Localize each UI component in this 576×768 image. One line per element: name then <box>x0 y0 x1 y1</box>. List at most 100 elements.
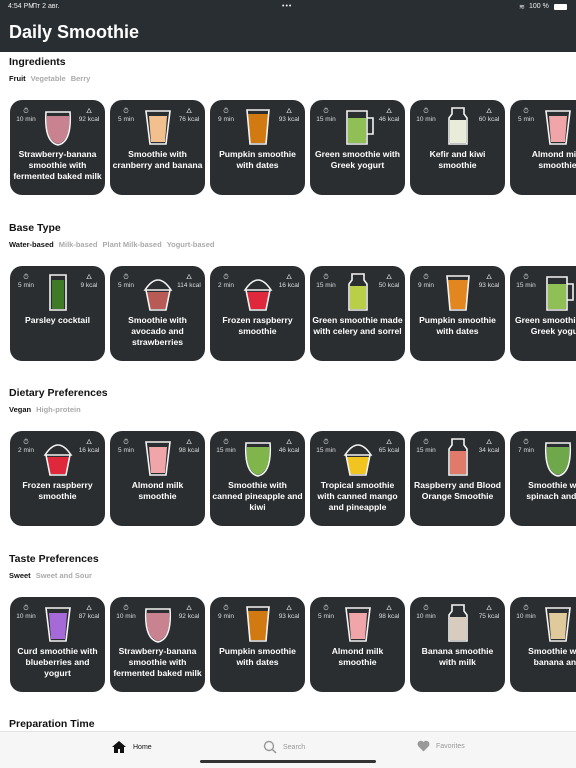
recipe-card[interactable]: ⏱7 min 🜂3 Smoothie with spinach and ba <box>510 431 576 526</box>
nav-header: 4:54 PM Пт 2 авг. ••• ≋ 100 % Daily Smoo… <box>0 0 576 52</box>
filter-tab[interactable]: Sweet <box>9 571 31 580</box>
calories-value: 92 kcal <box>78 116 100 123</box>
tab-favorites[interactable]: Favorites <box>417 740 465 752</box>
recipe-card[interactable]: ⏱ 15 min 🜂 50 kcal Green smoothie made wit… <box>310 266 405 361</box>
recipe-name: Strawberry-banana smoothie with fermente… <box>113 646 202 678</box>
recipe-card[interactable]: ⏱ 2 min 🜂 16 kcal Frozen raspberry smoothi… <box>210 266 305 361</box>
filter-tab[interactable]: Vegan <box>9 405 31 414</box>
recipe-card[interactable]: ⏱ 9 min 🜂 93 kcal Pumpkin smoothie with da… <box>210 100 305 195</box>
smoothie-glass-image <box>343 444 373 476</box>
prep-time-value: 2 min <box>218 282 234 289</box>
recipe-card[interactable]: ⏱10 min 🜂 Smoothie with banana and <box>510 597 576 692</box>
prep-time: ⏱ 15 min <box>311 274 341 289</box>
flame-icon: 🜂 <box>85 274 93 281</box>
filter-tab[interactable]: Vegetable <box>31 74 66 83</box>
status-time: 4:54 PM <box>8 3 35 10</box>
prep-time: ⏱ 15 min <box>311 439 341 454</box>
timer-icon: ⏱ <box>523 605 529 612</box>
flame-icon: 🜂 <box>285 274 293 281</box>
prep-time: ⏱ 2 min <box>11 439 41 454</box>
filter-tab[interactable]: Water-based <box>9 240 54 249</box>
prep-time: ⏱ 10 min <box>11 108 41 123</box>
recipe-name: Tropical smoothie with canned mango and … <box>317 480 398 512</box>
flame-icon: 🜂 <box>185 439 193 446</box>
calories: 🜂 65 kcal <box>374 439 404 454</box>
timer-icon: ⏱ <box>123 108 129 115</box>
calories-value: 98 kcal <box>378 613 400 620</box>
flame-icon: 🜂 <box>385 108 393 115</box>
section-title: Taste Preferences <box>9 553 99 565</box>
flame-icon: 🜂 <box>485 274 493 281</box>
timer-icon: ⏱ <box>323 605 329 612</box>
calories-value: 16 kcal <box>278 282 300 289</box>
recipe-card[interactable]: ⏱ 5 min 🜂 114 kcal Smoothie with avocado a… <box>110 266 205 361</box>
smoothie-glass-image <box>43 444 73 476</box>
recipe-card[interactable]: ⏱5 min 🜂98 kcal Almond milk smoothie <box>110 431 205 526</box>
recipe-card[interactable]: ⏱ 9 min 🜂 93 kcal Pumpkin smoothie with da… <box>210 597 305 692</box>
recipe-card[interactable]: ⏱15 min 🜂46 kcal Green smoothie with Gre… <box>510 266 576 361</box>
multitask-dots-icon[interactable]: ••• <box>282 3 292 10</box>
filter-tab[interactable]: High-protein <box>36 405 81 414</box>
prep-time: ⏱ 5 min <box>111 274 141 289</box>
prep-time-value: 5 min <box>518 116 534 123</box>
tab-search[interactable]: Search <box>263 740 305 754</box>
calories: 🜂 76 kcal <box>174 108 204 123</box>
prep-time: ⏱ 10 min <box>411 605 441 620</box>
tab-search-label: Search <box>283 743 306 751</box>
filter-tab[interactable]: Yogurt-based <box>167 240 215 249</box>
prep-time-value: 5 min <box>318 613 334 620</box>
recipe-carousel[interactable]: ⏱ 5 min 🜂 9 kcal Parsley cocktail ⏱ 5 min 🜂… <box>10 266 576 362</box>
prep-time: ⏱ 9 min <box>411 274 441 289</box>
recipe-card[interactable]: ⏱ 5 min 🜂 9 kcal Parsley cocktail <box>10 266 105 361</box>
recipe-card[interactable]: ⏱ 10 min 🜂 75 kcal Banana smoothie with mi… <box>410 597 505 692</box>
recipe-name: Curd smoothie with blueberries and yogur… <box>17 646 98 678</box>
recipe-name: Frozen raspberry smoothie <box>22 480 93 501</box>
timer-icon: ⏱ <box>23 274 29 281</box>
recipe-card[interactable]: ⏱ 5 min 🜂 76 kcal Smoothie with cranberry … <box>110 100 205 195</box>
prep-time-value: 5 min <box>118 447 134 454</box>
prep-time-value: 9 min <box>418 282 434 289</box>
filter-tab[interactable]: Milk-based <box>59 240 98 249</box>
page-title: Daily Smoothie <box>9 22 140 42</box>
recipe-card[interactable]: ⏱ 15 min 🜂 34 kcal Raspberry and Blood Ora… <box>410 431 505 526</box>
recipe-card[interactable]: ⏱ 10 min 🜂 92 kcal Strawberry-banana smoot… <box>110 597 205 692</box>
filter-tab[interactable]: Sweet and Sour <box>36 571 92 580</box>
recipe-card[interactable]: ⏱5 min 🜂98 kcal Almond milk smoothie <box>510 100 576 195</box>
recipe-name: Smoothie with canned pineapple and kiwi <box>212 480 303 512</box>
calories: 🜂 114 kcal <box>174 274 204 289</box>
calories-value: 65 kcal <box>378 447 400 454</box>
prep-time-value: 10 min <box>16 116 36 123</box>
recipe-card[interactable]: ⏱ 15 min 🜂 65 kcal Tropical smoothie with … <box>310 431 405 526</box>
smoothie-glass-image <box>545 110 571 145</box>
recipe-card[interactable]: ⏱5 min 🜂98 kcal Almond milk smoothie <box>310 597 405 692</box>
smoothie-glass-image <box>546 276 574 311</box>
tab-home[interactable]: Home <box>111 740 152 754</box>
smoothie-glass-image <box>244 442 272 477</box>
filter-tab[interactable]: Berry <box>71 74 91 83</box>
prep-time: ⏱ 10 min <box>11 605 41 620</box>
prep-time: ⏱ 5 min <box>511 108 541 123</box>
recipe-card[interactable]: ⏱ 10 min 🜂 60 kcal Kefir and kiwi smoothie <box>410 100 505 195</box>
calories: 🜂 87 kcal <box>74 605 104 620</box>
recipe-card[interactable]: ⏱ 10 min 🜂 87 kcal Curd smoothie with blue… <box>10 597 105 692</box>
recipe-carousel[interactable]: ⏱ 10 min 🜂 92 kcal Strawberry-banana smoot… <box>10 100 576 196</box>
prep-time: ⏱ 5 min <box>11 274 41 289</box>
recipe-card[interactable]: ⏱ 2 min 🜂 16 kcal Frozen raspberry smoothi… <box>10 431 105 526</box>
filter-tab[interactable]: Fruit <box>9 74 26 83</box>
smoothie-glass-image <box>448 438 468 476</box>
recipe-carousel[interactable]: ⏱ 10 min 🜂 87 kcal Curd smoothie with blue… <box>10 597 576 693</box>
recipe-carousel[interactable]: ⏱ 2 min 🜂 16 kcal Frozen raspberry smoothi… <box>10 431 576 527</box>
tab-home-label: Home <box>133 743 152 751</box>
recipe-card[interactable]: ⏱15 min 🜂46 kcal Green smoothie with Gre… <box>310 100 405 195</box>
recipe-name: Smoothie with avocado and strawberries <box>128 315 187 347</box>
calories: 🜂 9 kcal <box>74 274 104 289</box>
flame-icon: 🜂 <box>285 108 293 115</box>
filter-tab[interactable]: Plant Milk-based <box>103 240 162 249</box>
recipe-card[interactable]: ⏱ 15 min 🜂 46 kcal Smoothie with canned pi… <box>210 431 305 526</box>
flame-icon: 🜂 <box>385 605 393 612</box>
timer-icon: ⏱ <box>323 439 329 446</box>
filter-tabs: Vegan High-protein <box>9 405 81 414</box>
section-title: Dietary Preferences <box>9 387 108 399</box>
recipe-card[interactable]: ⏱ 9 min 🜂 93 kcal Pumpkin smoothie with da… <box>410 266 505 361</box>
recipe-card[interactable]: ⏱ 10 min 🜂 92 kcal Strawberry-banana smoot… <box>10 100 105 195</box>
